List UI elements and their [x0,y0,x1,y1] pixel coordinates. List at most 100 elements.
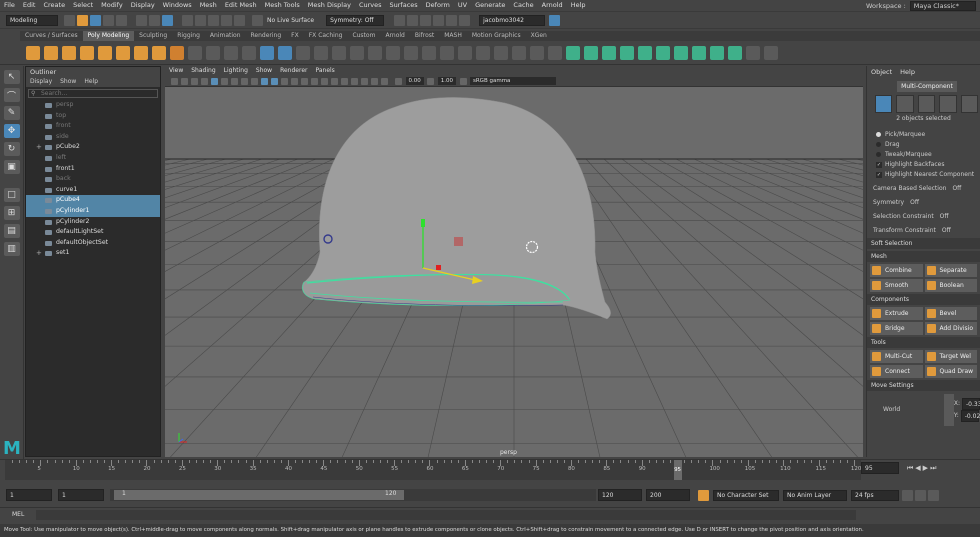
option-symmetry[interactable]: Symmetry Off [867,198,980,208]
option-camera-based-selection[interactable]: Camera Based Selection Off [867,184,980,194]
toolkit-menu-object[interactable]: Object [867,66,896,78]
rotate-tool-icon[interactable]: ↻ [3,142,20,156]
separate-button[interactable]: Separate [924,264,977,277]
boolean-button[interactable]: Boolean [924,279,977,292]
hypershade-icon[interactable] [446,15,458,26]
viewport-menu-show[interactable]: Show [252,66,276,76]
exposure-field[interactable]: 0.00 [405,77,424,85]
radio-indicator[interactable] [876,132,881,137]
quad-draw-button[interactable]: Quad Draw [924,365,977,378]
current-frame-field[interactable]: 95 [861,462,899,474]
menu-arnold[interactable]: Arnold [538,0,567,11]
shelf-uv-editor-icon[interactable] [566,45,580,60]
menu-file[interactable]: File [0,0,19,11]
shelf-connect-icon[interactable] [494,45,508,60]
shelf-separate-icon[interactable] [296,45,310,60]
outliner-menu-display[interactable]: Display [26,77,56,87]
select-tool-icon[interactable]: ↖ [3,70,20,84]
bevel-button[interactable]: Bevel [924,307,977,320]
shelf-tab-fx[interactable]: FX [286,31,304,41]
xray-icon[interactable] [360,77,368,85]
color-management-icon[interactable] [459,77,467,85]
loop-icon[interactable] [902,489,913,501]
outliner-item-pcube2[interactable]: + pCube2 [26,142,160,153]
anim-layer-dropdown[interactable]: No Anim Layer [783,489,847,501]
viewport-panel[interactable]: View Shading Lighting Show Renderer Panels 0.… [165,66,863,457]
camera-icon[interactable] [170,77,178,85]
shelf-tab-animation[interactable]: Animation [205,31,246,41]
outliner-item-side[interactable]: side [26,132,160,143]
combine-button[interactable]: Combine [870,264,923,277]
shelf-tab-custom[interactable]: Custom [347,31,380,41]
object-mode-icon[interactable] [875,95,893,113]
menu-edit[interactable]: Edit [19,0,40,11]
render-icon[interactable] [407,15,419,26]
radio-drag[interactable]: Drag [867,140,980,150]
shelf-type-icon[interactable] [224,45,238,60]
fps-dropdown[interactable]: 24 fps [851,489,899,501]
helmet-mesh[interactable] [301,97,611,320]
anim-end-field[interactable]: 200 [646,489,690,501]
cloud-icon[interactable] [549,15,561,26]
image-plane-icon[interactable] [200,77,208,85]
shelf-tab-arnold[interactable]: Arnold [380,31,409,41]
isolate-icon[interactable] [350,77,358,85]
menu-mesh-display[interactable]: Mesh Display [304,0,355,11]
outliner-item-persp[interactable]: persp [26,100,160,111]
section-components[interactable]: Components [867,294,980,305]
outliner-item-front[interactable]: front [26,121,160,132]
shelf-sphere-sel-icon[interactable] [242,45,256,60]
field-chart-icon[interactable] [250,77,258,85]
outliner-search[interactable]: ⚲ Search... [28,89,158,98]
scale-tool-icon[interactable]: ▣ [3,160,20,174]
ipr-icon[interactable] [420,15,432,26]
shelf-plane-icon[interactable] [116,45,130,60]
smooth-shade-icon[interactable] [270,77,278,85]
menu-curves[interactable]: Curves [355,0,386,11]
outliner-layout-icon[interactable]: ▤ [3,224,20,238]
radio-indicator[interactable] [876,142,881,147]
menu-edit-mesh[interactable]: Edit Mesh [221,0,261,11]
render-view-icon[interactable] [459,15,471,26]
face-mode-icon[interactable] [939,95,957,113]
menu-cache[interactable]: Cache [509,0,537,11]
add-divisio-button[interactable]: Add Divisio [924,322,977,335]
mel-input[interactable] [36,509,857,520]
select-hierarchy-icon[interactable] [136,15,147,26]
outliner-item-pcube4[interactable]: pCube4 [26,195,160,206]
option-selection-constraint[interactable]: Selection Constraint Off [867,212,980,222]
menu-uv[interactable]: UV [454,0,471,11]
shelf-append-icon[interactable] [404,45,418,60]
soft-selection-section[interactable]: Soft Selection [867,238,980,249]
toolkit-menu-help[interactable]: Help [896,66,919,78]
outliner-item-left[interactable]: left [26,153,160,164]
graph-layout-icon[interactable]: ▥ [3,242,20,256]
anim-start-field[interactable]: 1 [6,489,52,501]
shelf-svg-icon[interactable] [206,45,220,60]
shelf-soft-sel-icon[interactable] [548,45,562,60]
shelf-auto-map-icon[interactable] [638,45,652,60]
extrude-button[interactable]: Extrude [870,307,923,320]
shelf-multi-cut-icon[interactable] [440,45,454,60]
shelf-tab-poly-modeling[interactable]: Poly Modeling [82,31,135,41]
outliner-item-curve1[interactable]: curve1 [26,185,160,196]
shelf-cylinder-map-icon[interactable] [602,45,616,60]
snap-curve-icon[interactable] [195,15,206,26]
save-scene-icon[interactable] [90,15,101,26]
outliner-item-defaultlightset[interactable]: defaultLightSet [26,227,160,238]
menu-select[interactable]: Select [69,0,97,11]
grid-icon[interactable] [210,77,218,85]
shelf-platonic-icon[interactable] [152,45,166,60]
outliner-item-pcylinder1[interactable]: pCylinder1 [26,205,160,217]
snap-grid-icon[interactable] [182,15,193,26]
menu-mesh[interactable]: Mesh [196,0,221,11]
time-slider[interactable]: 5 10 15 20 25 30 35 40 45 50 55 60 65 70 75 80 85 90 95 100… [0,459,980,487]
menu-surfaces[interactable]: Surfaces [386,0,422,11]
live-surface-icon[interactable] [252,15,263,26]
shelf-freeze-icon[interactable] [764,45,778,60]
render-settings-icon[interactable] [433,15,445,26]
exposure-icon[interactable] [395,77,402,85]
menu-create[interactable]: Create [39,0,69,11]
move-tool-icon[interactable]: ✥ [3,124,20,138]
shelf-combine-icon[interactable] [278,45,292,60]
